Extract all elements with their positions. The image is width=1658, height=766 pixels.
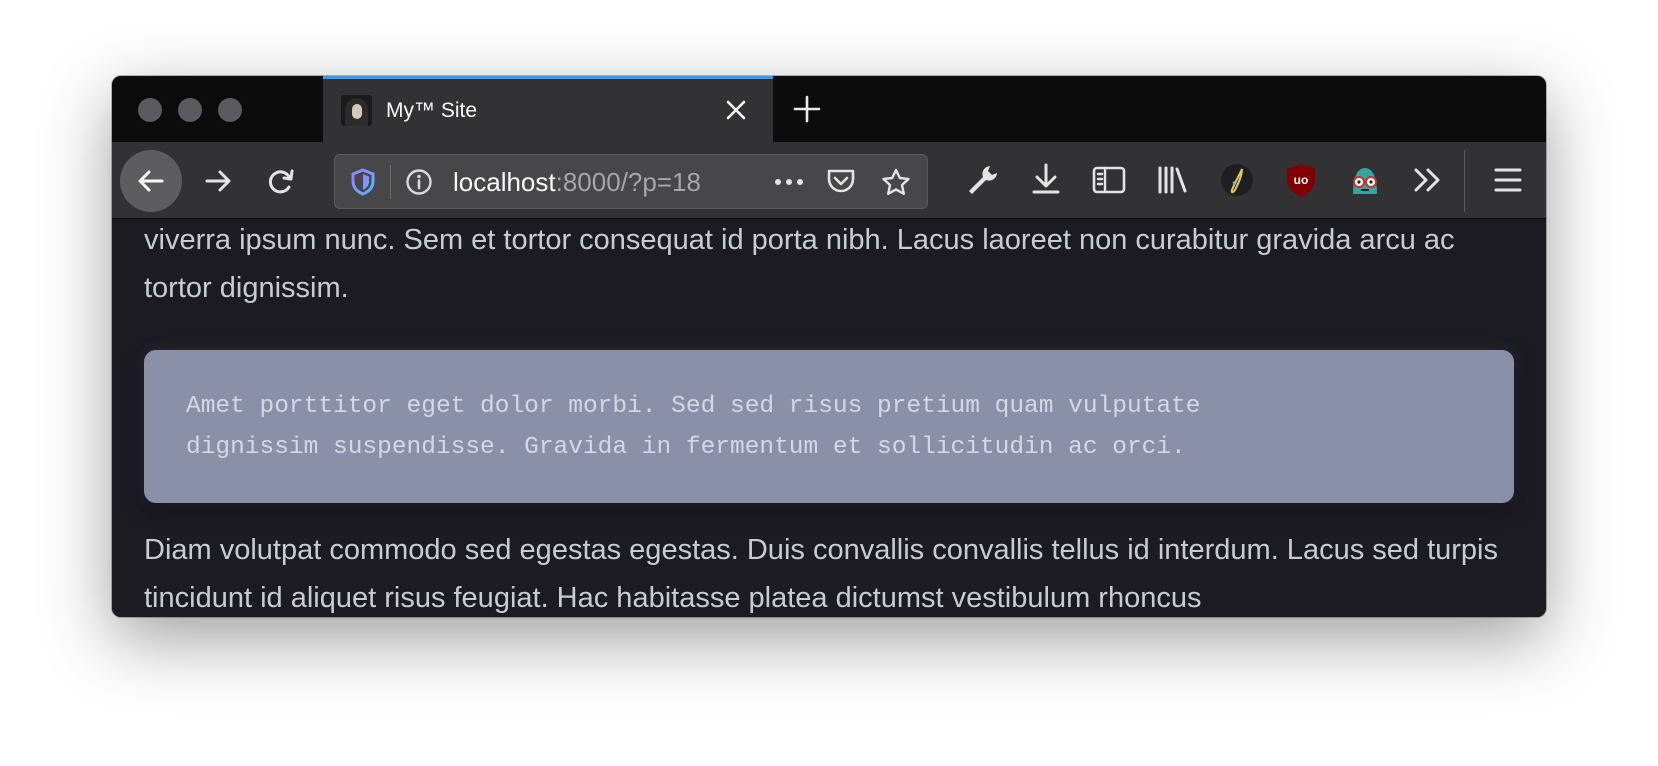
bookmark-star-icon[interactable]: [880, 167, 912, 197]
close-tab-icon[interactable]: [724, 98, 748, 122]
library-icon[interactable]: [1153, 160, 1193, 200]
url-path: :8000/?p=18: [555, 167, 701, 197]
code-text: Amet porttitor eget dolor morbi. Sed sed…: [186, 393, 1201, 461]
extension-pencil-icon[interactable]: [1217, 160, 1257, 200]
download-icon[interactable]: [1026, 160, 1066, 200]
site-info-icon[interactable]: [405, 168, 433, 196]
tracking-shield-icon[interactable]: [350, 168, 376, 196]
extension-mascot-icon[interactable]: [1345, 160, 1385, 200]
wrench-icon[interactable]: [962, 160, 1002, 200]
new-tab-plus-icon[interactable]: [792, 94, 822, 124]
reload-icon: [268, 169, 294, 194]
page-actions-icon[interactable]: [772, 168, 806, 196]
code-block: Amet porttitor eget dolor morbi. Sed sed…: [144, 350, 1514, 503]
paragraph-top: viverra ipsum nunc. Sem et tortor conseq…: [144, 224, 1455, 304]
url-host: localhost: [453, 167, 556, 197]
minimize-window-button[interactable]: [178, 98, 202, 122]
forward-button[interactable]: [187, 150, 249, 212]
window-controls: [138, 98, 242, 122]
toolbar-divider: [1464, 150, 1465, 212]
forward-arrow-icon: [205, 170, 231, 192]
back-button[interactable]: [120, 150, 182, 212]
svg-text:uo: uo: [1294, 173, 1309, 187]
back-arrow-icon: [138, 170, 164, 192]
tab-title: My™ Site: [386, 99, 478, 122]
hamburger-menu-icon[interactable]: [1488, 160, 1528, 200]
url-text[interactable]: localhost:8000/?p=18: [453, 167, 701, 197]
page-content: viverra ipsum nunc. Sem et tortor conseq…: [112, 220, 1546, 617]
sidebar-icon[interactable]: [1089, 160, 1129, 200]
browser-window: My™ Site localhost:8000/?p=18 uo viverra…: [112, 76, 1546, 617]
tab-strip: My™ Site: [112, 76, 1546, 142]
pocket-icon[interactable]: [825, 167, 857, 197]
reload-button[interactable]: [250, 150, 312, 212]
zoom-window-button[interactable]: [218, 98, 242, 122]
nav-toolbar: localhost:8000/?p=18 uo: [112, 142, 1546, 219]
address-bar[interactable]: localhost:8000/?p=18: [334, 154, 928, 209]
ublock-origin-icon[interactable]: uo: [1281, 160, 1321, 200]
portrait-favicon-icon: [341, 95, 372, 126]
url-separator: [390, 165, 391, 199]
close-window-button[interactable]: [138, 98, 162, 122]
overflow-chevron-icon[interactable]: [1408, 160, 1448, 200]
tab-active[interactable]: My™ Site: [323, 76, 773, 142]
paragraph-bottom: Diam volutpat commodo sed egestas egesta…: [144, 534, 1498, 614]
